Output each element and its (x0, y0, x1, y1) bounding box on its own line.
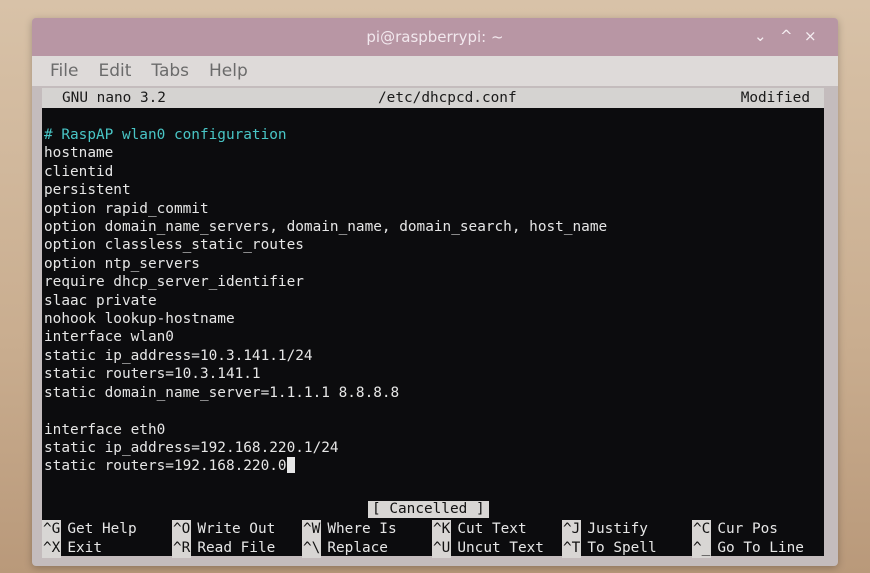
text-cursor (286, 457, 295, 474)
scrollbar[interactable] (828, 88, 838, 556)
file-line: option ntp_servers (44, 255, 200, 272)
shortcut-label: Cut Text (457, 521, 527, 537)
file-line: require dhcp_server_identifier (44, 274, 304, 291)
file-line: persistent (44, 182, 131, 199)
shortcut-row: ^G Get Help ^O Write Out ^W Where Is ^K Cut Tex… (42, 520, 824, 539)
shortcut-label: Replace (327, 540, 388, 556)
file-line: nohook lookup-hostname (44, 311, 235, 328)
shortcut-key: ^C (692, 520, 712, 539)
file-line: static ip_address=10.3.141.1/24 (44, 347, 313, 364)
menu-help[interactable]: Help (209, 61, 248, 81)
window-title: pi@raspberrypi: ~ (366, 28, 504, 46)
shortcut-label: To Spell (587, 540, 657, 556)
file-line: slaac private (44, 292, 157, 309)
shortcut-label: Where Is (327, 521, 397, 537)
shortcut-key: ^G (42, 520, 62, 539)
shortcut-label: Cur Pos (717, 521, 778, 537)
shortcut-item[interactable]: ^K Cut Text (432, 520, 562, 539)
file-line: # RaspAP wlan0 configuration (44, 127, 287, 143)
file-content[interactable]: # RaspAP wlan0 configuration hostname clie… (42, 108, 824, 476)
file-line (44, 402, 824, 420)
status-message: [ Cancelled ] (368, 501, 489, 518)
shortcut-label: Uncut Text (457, 540, 544, 556)
title-bar[interactable]: pi@raspberrypi: ~ ⌄ ^ × (32, 18, 838, 56)
shortcut-item[interactable]: ^W Where Is (302, 520, 432, 539)
menu-tabs[interactable]: Tabs (151, 61, 189, 81)
shortcut-label: Get Help (67, 521, 137, 537)
file-line: clientid (44, 163, 114, 180)
file-line: static routers=10.3.141.1 (44, 366, 261, 383)
file-line: interface eth0 (44, 421, 166, 438)
shortcut-item[interactable]: ^O Write Out (172, 520, 302, 539)
shortcut-key: ^U (432, 539, 452, 558)
shortcut-key: ^J (562, 520, 582, 539)
shortcut-item[interactable]: ^_ Go To Line (692, 539, 822, 558)
shortcut-key: ^_ (692, 539, 712, 558)
shortcut-key: ^O (172, 520, 192, 539)
shortcut-item[interactable]: ^G Get Help (42, 520, 172, 539)
shortcut-item[interactable]: ^T To Spell (562, 539, 692, 558)
minimize-icon[interactable]: ⌄ (754, 27, 767, 45)
menu-edit[interactable]: Edit (98, 61, 131, 81)
file-line: option classless_static_routes (44, 237, 304, 254)
shortcut-key: ^W (302, 520, 322, 539)
shortcut-bar: ^G Get Help ^O Write Out ^W Where Is ^K Cut Tex… (42, 520, 824, 558)
shortcut-item[interactable]: ^U Uncut Text (432, 539, 562, 558)
shortcut-key: ^\ (302, 539, 322, 558)
shortcut-item[interactable]: ^J Justify (562, 520, 692, 539)
nano-filename: /etc/dhcpcd.conf (378, 90, 517, 106)
shortcut-label: Read File (197, 540, 276, 556)
shortcut-label: Write Out (197, 521, 276, 537)
file-line: static ip_address=192.168.220.1/24 (44, 439, 339, 456)
shortcut-label: Justify (587, 521, 648, 537)
shortcut-item[interactable]: ^\ Replace (302, 539, 432, 558)
file-line: static domain_name_server=1.1.1.1 8.8.8.… (44, 384, 400, 401)
shortcut-item[interactable]: ^C Cur Pos (692, 520, 822, 539)
shortcut-key: ^R (172, 539, 192, 558)
shortcut-label: Go To Line (717, 540, 804, 556)
shortcut-item[interactable]: ^X Exit (42, 539, 172, 558)
menu-file[interactable]: File (50, 61, 78, 81)
file-line: option rapid_commit (44, 200, 209, 217)
shortcut-item[interactable]: ^R Read File (172, 539, 302, 558)
maximize-icon[interactable]: ^ (780, 27, 793, 45)
terminal-area[interactable]: GNU nano 3.2 /etc/dhcpcd.conf Modified #… (42, 88, 824, 558)
nano-version: GNU nano 3.2 (62, 90, 166, 106)
file-line: option domain_name_servers, domain_name,… (44, 219, 608, 236)
shortcut-key: ^K (432, 520, 452, 539)
terminal-window: pi@raspberrypi: ~ ⌄ ^ × File Edit Tabs H… (32, 18, 838, 566)
file-line: interface wlan0 (44, 329, 174, 346)
nano-header: GNU nano 3.2 /etc/dhcpcd.conf Modified (42, 88, 824, 108)
shortcut-row: ^X Exit ^R Read File ^\ Replace ^U Uncut Text ^T… (42, 539, 824, 558)
file-line: static routers=192.168.220.0 (44, 457, 824, 475)
close-icon[interactable]: × (804, 27, 817, 45)
nano-modified-state: Modified (740, 90, 810, 106)
file-line: hostname (44, 145, 114, 162)
menu-bar: File Edit Tabs Help (32, 56, 838, 86)
shortcut-key: ^T (562, 539, 582, 558)
shortcut-key: ^X (42, 539, 62, 558)
shortcut-label: Exit (67, 540, 102, 556)
